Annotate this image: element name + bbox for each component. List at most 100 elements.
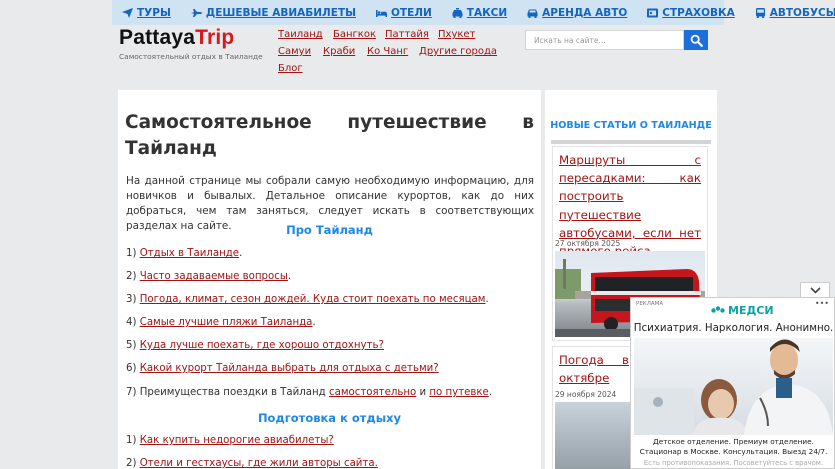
ad-description: Детское отделение. Премиум отделение. Ст…: [631, 437, 834, 457]
id-card-icon: [647, 8, 659, 18]
list-item: 4) Самые лучшие пляжи Таиланда.: [126, 317, 316, 328]
site-header: PattayaTrip Самостоятельный отдых в Таил…: [112, 25, 724, 88]
list-item-number: 3): [126, 294, 140, 305]
ad-banner[interactable]: РЕКЛАМА ••• МЕДСИ Психиатрия. Наркология…: [630, 297, 835, 469]
nav-blog[interactable]: Блог: [278, 63, 303, 74]
list-item-text: 7) Преимущества поездки в Тайланд: [126, 387, 329, 398]
list-item-number: 1): [126, 435, 140, 446]
list-item: 1) Отдых в Таиланде.: [126, 248, 242, 259]
ad-brand-name: МЕДСИ: [728, 304, 774, 317]
list-item-tail: .: [312, 317, 316, 328]
nav-krabi[interactable]: Краби: [323, 46, 355, 57]
topnav-car-rental[interactable]: АРЕНДА АВТО: [527, 7, 627, 19]
topnav-label: СТРАХОВКА: [662, 6, 735, 19]
ad-label: РЕКЛАМА: [636, 301, 664, 307]
airplane-icon: [190, 8, 202, 18]
list-item-link[interactable]: Как купить недорогие авиабилеты?: [140, 435, 334, 446]
bed-icon: [376, 8, 387, 18]
topnav-hotels[interactable]: ОТЕЛИ: [376, 7, 432, 19]
ad-menu-button[interactable]: •••: [815, 299, 829, 308]
ad-brand: МЕДСИ: [711, 304, 774, 318]
list-item-tail: .: [287, 271, 292, 282]
list-item-number: 5): [126, 340, 140, 351]
chevron-down-icon: [809, 287, 821, 294]
nav-samui[interactable]: Самуи: [278, 46, 311, 57]
list-item-tail: .: [488, 387, 493, 398]
list-item-link[interactable]: Самые лучшие пляжи Таиланда: [140, 317, 313, 328]
list-item: 3) Погода, климат, сезон дождей. Куда ст…: [126, 294, 489, 305]
nav-bangkok[interactable]: Бангкок: [333, 29, 376, 40]
topnav-taxi[interactable]: ТАКСИ: [452, 7, 507, 19]
list-item-tail: .: [485, 294, 489, 305]
topnav-label: ТАКСИ: [466, 6, 508, 19]
list-item-number: 2): [126, 271, 140, 282]
list-item-link[interactable]: Отели и гестхаусы, где жили авторы сайта…: [140, 458, 378, 469]
medsi-logo-icon: [711, 305, 725, 318]
car-icon: [527, 8, 538, 18]
list-item-link[interactable]: Погода, климат, сезон дождей. Куда стоит…: [140, 294, 486, 305]
search-input[interactable]: Искать на сайте...: [525, 30, 684, 50]
topnav-label: ДЕШЕВЫЕ АВИАБИЛЕТЫ: [205, 6, 356, 19]
bus-icon: [755, 7, 766, 18]
article-title-line: Маршруты с: [559, 153, 701, 167]
topnav-label: ТУРЫ: [137, 6, 171, 19]
search-icon: [690, 34, 703, 47]
nav-ko-chang[interactable]: Ко Чанг: [367, 46, 408, 57]
list-item-link[interactable]: Отдых в Таиланде: [140, 248, 239, 259]
topnav-buses[interactable]: АВТОБУСЫ: [755, 7, 835, 19]
ad-warning: Есть противопоказания. Посоветуйтесь с в…: [643, 459, 824, 467]
site-logo[interactable]: PattayaTrip: [119, 26, 234, 50]
article-title-line: пересадками: как: [559, 171, 701, 186]
ad-description-line: Детское отделение. Премиум отделение.: [653, 437, 814, 446]
list-item: 1) Как купить недорогие авиабилеты?: [126, 435, 334, 446]
main-content: Самостоятельное путешествие в Тайланд На…: [118, 90, 541, 469]
topnav-cheap-flights[interactable]: ДЕШЕВЫЕ АВИАБИЛЕТЫ: [190, 6, 356, 19]
logo-part-2: Trip: [195, 26, 235, 49]
list-item-link[interactable]: Какой курорт Тайланда выбрать для отдыха…: [140, 363, 439, 374]
ad-headline: Психиатрия. Наркология. Анонимно.: [633, 322, 834, 334]
article-title-line: построить путешествие: [559, 189, 642, 222]
sidebar-divider: [551, 140, 711, 144]
list-item: 6) Какой курорт Тайланда выбрать для отд…: [126, 363, 439, 374]
page-title-line-1: Самостоятельное путешествие в: [125, 112, 534, 133]
page-title-line-2: Тайланд: [125, 138, 217, 159]
list-item: 2) Отели и гестхаусы, где жили авторы са…: [126, 458, 378, 469]
taxi-icon: [452, 7, 463, 18]
nav-other-cities[interactable]: Другие города: [419, 46, 497, 57]
article-title-line: Погода в: [559, 353, 629, 367]
list-item-text: и: [416, 387, 430, 398]
list-item: 5) Куда лучше поехать, где хорошо отдохн…: [126, 340, 384, 351]
list-item-link-package[interactable]: по путевке: [429, 387, 488, 398]
ad-description-line: Стационар в Москве. Консультация. Выезд …: [639, 447, 828, 456]
page-title: Самостоятельное путешествие в Тайланд: [125, 110, 534, 162]
list-item-number: 1): [126, 248, 140, 259]
sidebar-heading: НОВЫЕ СТАТЬИ О ТАИЛАНДЕ: [550, 120, 712, 131]
list-item-link[interactable]: Куда лучше поехать, где хорошо отдохнуть…: [140, 340, 384, 351]
article-date: 27 октября 2025: [555, 239, 621, 248]
plane-icon: [122, 7, 133, 18]
list-item-tail: .: [239, 248, 243, 259]
list-item: 2) Часто задаваемые вопросы.: [126, 271, 291, 282]
logo-part-1: Pattaya: [119, 26, 196, 49]
list-item-link[interactable]: Часто задаваемые вопросы: [140, 271, 288, 282]
nav-phuket[interactable]: Пхукет: [438, 29, 475, 40]
topnav-insurance[interactable]: СТРАХОВКА: [647, 6, 735, 19]
article-date: 29 ноября 2024: [555, 390, 617, 399]
nav-thailand[interactable]: Таиланд: [278, 29, 323, 40]
section-heading-preparation: Подготовка к отдыху: [257, 411, 402, 425]
article-title-line: октябре: [559, 371, 610, 386]
topnav-label: ОТЕЛИ: [391, 6, 432, 19]
ad-photo: [634, 338, 833, 435]
topnav-label: АРЕНДА АВТО: [542, 6, 628, 19]
search-button[interactable]: [684, 30, 708, 50]
ad-collapse-button[interactable]: [800, 282, 830, 298]
section-heading-about: Про Тайланд: [286, 223, 373, 237]
list-item-number: 6): [126, 363, 140, 374]
list-item-link-independent[interactable]: самостоятельно: [329, 387, 416, 398]
article-title[interactable]: Погода в октябре: [559, 351, 629, 387]
list-item: 7) Преимущества поездки в Тайланд самост…: [126, 387, 492, 398]
site-tagline: Самостоятельный отдых в Таиланде: [119, 52, 263, 61]
top-nav: ТУРЫ ДЕШЕВЫЕ АВИАБИЛЕТЫ ОТЕЛИ ТАКСИ АРЕН…: [122, 0, 835, 25]
topnav-tours[interactable]: ТУРЫ: [122, 7, 171, 19]
nav-pattaya[interactable]: Паттайя: [385, 29, 429, 40]
